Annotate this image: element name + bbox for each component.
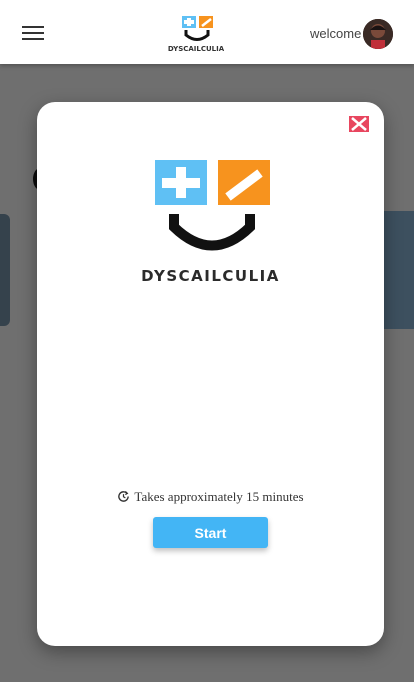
welcome-text: welcome [310, 26, 362, 41]
close-button[interactable] [349, 116, 369, 132]
user-avatar[interactable] [363, 19, 393, 49]
brand-name: DYSCAILCULIA [141, 267, 280, 285]
duration-text: Takes approximately 15 minutes [134, 489, 304, 504]
brand-logo [155, 160, 270, 251]
assessment-modal: DYSCAILCULIA Takes approximately 15 minu… [37, 102, 384, 646]
hamburger-menu-icon[interactable] [22, 26, 44, 40]
clock-refresh-icon [118, 490, 130, 502]
app-logo[interactable]: DYSCAILCULIA [168, 14, 224, 54]
duration-info: Takes approximately 15 minutes [37, 489, 384, 505]
header-logo-text: DYSCAILCULIA [168, 45, 224, 53]
close-icon [351, 117, 367, 131]
start-button[interactable]: Start [153, 517, 268, 548]
app-header: DYSCAILCULIA welcome [0, 0, 414, 64]
